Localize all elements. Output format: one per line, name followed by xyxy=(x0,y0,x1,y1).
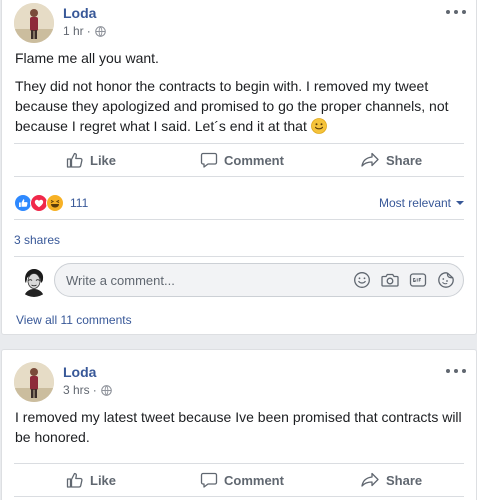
comment-button[interactable]: Comment xyxy=(200,464,284,496)
post-card: Loda 3 hrs · I removed my latest tweet b… xyxy=(1,349,477,500)
post-actions-bar: Like Comment Share xyxy=(14,463,464,497)
like-button[interactable]: Like xyxy=(66,144,116,176)
post-text-paragraph: They did not honor the contracts to begi… xyxy=(15,78,449,134)
comment-composer xyxy=(14,261,464,301)
shares-row: 3 shares xyxy=(14,223,464,257)
shares-count-link[interactable]: 3 shares xyxy=(14,233,60,247)
post-text-line-1: Flame me all you want. xyxy=(15,50,159,66)
comment-bubble-icon xyxy=(200,152,218,168)
gif-icon[interactable] xyxy=(409,271,427,289)
sort-comments-dropdown[interactable]: Most relevant xyxy=(379,196,464,210)
post-options-icon[interactable] xyxy=(446,365,466,377)
post-text-paragraph-2: They did not honor the contracts to begi… xyxy=(15,76,464,136)
post-timestamp[interactable]: 1 hr xyxy=(63,24,84,38)
reactions-summary-row: 111 Most relevant xyxy=(14,186,464,220)
share-label: Share xyxy=(386,152,423,168)
post-options-icon[interactable] xyxy=(446,6,466,18)
comment-label: Comment xyxy=(224,472,284,488)
like-button[interactable]: Like xyxy=(66,464,116,496)
author-avatar[interactable] xyxy=(14,3,54,43)
comment-input-container xyxy=(54,263,464,297)
user-avatar[interactable] xyxy=(18,265,50,297)
emoji-picker-icon[interactable] xyxy=(353,271,371,289)
globe-icon[interactable] xyxy=(94,25,106,37)
view-all-comments-link[interactable]: View all 11 comments xyxy=(16,313,132,327)
comment-button[interactable]: Comment xyxy=(200,144,284,176)
haha-reaction-icon xyxy=(46,193,64,212)
comment-bubble-icon xyxy=(200,472,218,488)
post-meta: 3 hrs · xyxy=(63,383,112,397)
sticker-icon[interactable] xyxy=(437,271,455,289)
comment-input[interactable] xyxy=(66,272,343,288)
globe-icon[interactable] xyxy=(100,384,112,396)
thumbs-up-icon xyxy=(66,152,83,168)
post-card: Loda 1 hr · Flame me all you want. They … xyxy=(1,0,477,335)
reaction-count: 111 xyxy=(70,195,89,210)
share-button[interactable]: Share xyxy=(360,464,422,496)
comment-label: Comment xyxy=(224,152,284,168)
post-text-paragraph: I removed my latest tweet because Ive be… xyxy=(15,409,462,445)
author-avatar[interactable] xyxy=(14,362,54,402)
sort-label: Most relevant xyxy=(378,195,451,210)
camera-icon[interactable] xyxy=(381,271,399,289)
meta-separator: · xyxy=(92,383,97,397)
share-arrow-icon xyxy=(361,152,379,167)
meta-separator: · xyxy=(86,24,91,38)
thumbs-up-icon xyxy=(66,472,83,488)
post-actions-bar: Like Comment Share xyxy=(14,143,464,177)
share-button[interactable]: Share xyxy=(360,144,422,176)
reactions-summary[interactable]: 111 xyxy=(14,193,89,212)
share-label: Share xyxy=(386,472,423,488)
post-timestamp[interactable]: 3 hrs xyxy=(63,383,90,397)
smile-emoji-icon xyxy=(310,118,327,134)
chevron-down-icon xyxy=(456,200,464,205)
post-author-name[interactable]: Loda xyxy=(63,364,96,380)
comment-tools xyxy=(343,271,455,289)
post-author-name[interactable]: Loda xyxy=(63,5,96,21)
post-meta: 1 hr · xyxy=(63,24,106,38)
like-label: Like xyxy=(90,472,117,488)
like-label: Like xyxy=(90,152,117,168)
share-arrow-icon xyxy=(361,472,379,487)
